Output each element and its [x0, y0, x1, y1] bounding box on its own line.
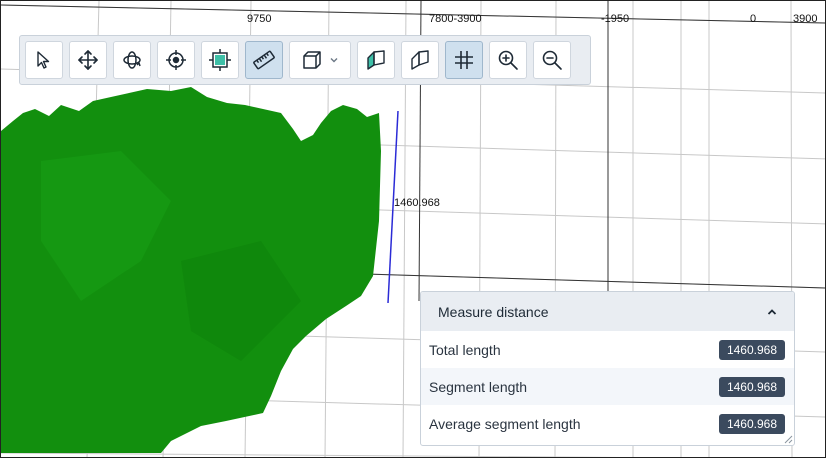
axis-label-3900: 3900: [793, 13, 818, 25]
section-plane-filled-icon: [367, 50, 385, 70]
orbit-icon: [123, 51, 141, 69]
section-plane-outline-button[interactable]: [401, 41, 439, 79]
average-segment-length-label: Average segment length: [429, 415, 581, 432]
resize-grip-icon[interactable]: [784, 435, 793, 444]
zoom-in-button[interactable]: [489, 41, 527, 79]
zoom-out-button[interactable]: [533, 41, 571, 79]
select-tool-button[interactable]: [25, 41, 63, 79]
fit-frame-icon: [209, 49, 231, 71]
total-length-label: Total length: [429, 341, 501, 358]
total-length-value: 1460.968: [718, 339, 785, 360]
measure-panel-header[interactable]: Measure distance: [421, 292, 794, 331]
grid-toggle-button[interactable]: [445, 41, 483, 79]
section-plane-filled-button[interactable]: [357, 41, 395, 79]
section-plane-outline-icon: [411, 50, 429, 70]
cube-icon: [303, 51, 321, 69]
axis-label-7800-3900: 7800-3900: [429, 13, 482, 25]
fit-view-tool-button[interactable]: [201, 41, 239, 79]
axis-label-0: 0: [750, 13, 757, 25]
orbit-tool-button[interactable]: [113, 41, 151, 79]
zoom-out-icon: [542, 50, 562, 70]
measure-panel-title: Measure distance: [438, 303, 549, 320]
measure-distance-label: 1460.968: [394, 197, 440, 209]
viewer-toolbar: [19, 35, 591, 85]
3d-viewport[interactable]: 9750 7800-3900 -1950 0 3900 1460.968 Mea…: [0, 0, 826, 458]
ruler-icon: [253, 50, 275, 70]
chevron-down-icon: [330, 58, 338, 63]
focus-tool-button[interactable]: [157, 41, 195, 79]
crosshair-icon: [166, 50, 186, 70]
view-cube-dropdown[interactable]: [289, 41, 351, 79]
pointer-arrow-icon: [37, 51, 50, 69]
segment-length-label: Segment length: [429, 378, 528, 395]
pan-tool-button[interactable]: [69, 41, 107, 79]
grid-icon: [455, 51, 473, 69]
measure-tool-button[interactable]: [245, 41, 283, 79]
axis-label-1950: -1950: [601, 13, 630, 25]
zoom-in-icon: [498, 50, 518, 70]
chevron-up-icon[interactable]: [766, 306, 778, 318]
average-segment-length-row: Average segment length 1460.968: [421, 405, 794, 442]
average-segment-length-value: 1460.968: [718, 413, 785, 434]
move-arrows-icon: [78, 50, 98, 70]
total-length-row: Total length 1460.968: [421, 331, 794, 368]
segment-length-value: 1460.968: [718, 376, 785, 397]
measure-distance-panel: Measure distance Total length 1460.968 S…: [420, 291, 795, 446]
axis-label-9750: 9750: [247, 13, 272, 25]
segment-length-row: Segment length 1460.968: [421, 368, 794, 405]
